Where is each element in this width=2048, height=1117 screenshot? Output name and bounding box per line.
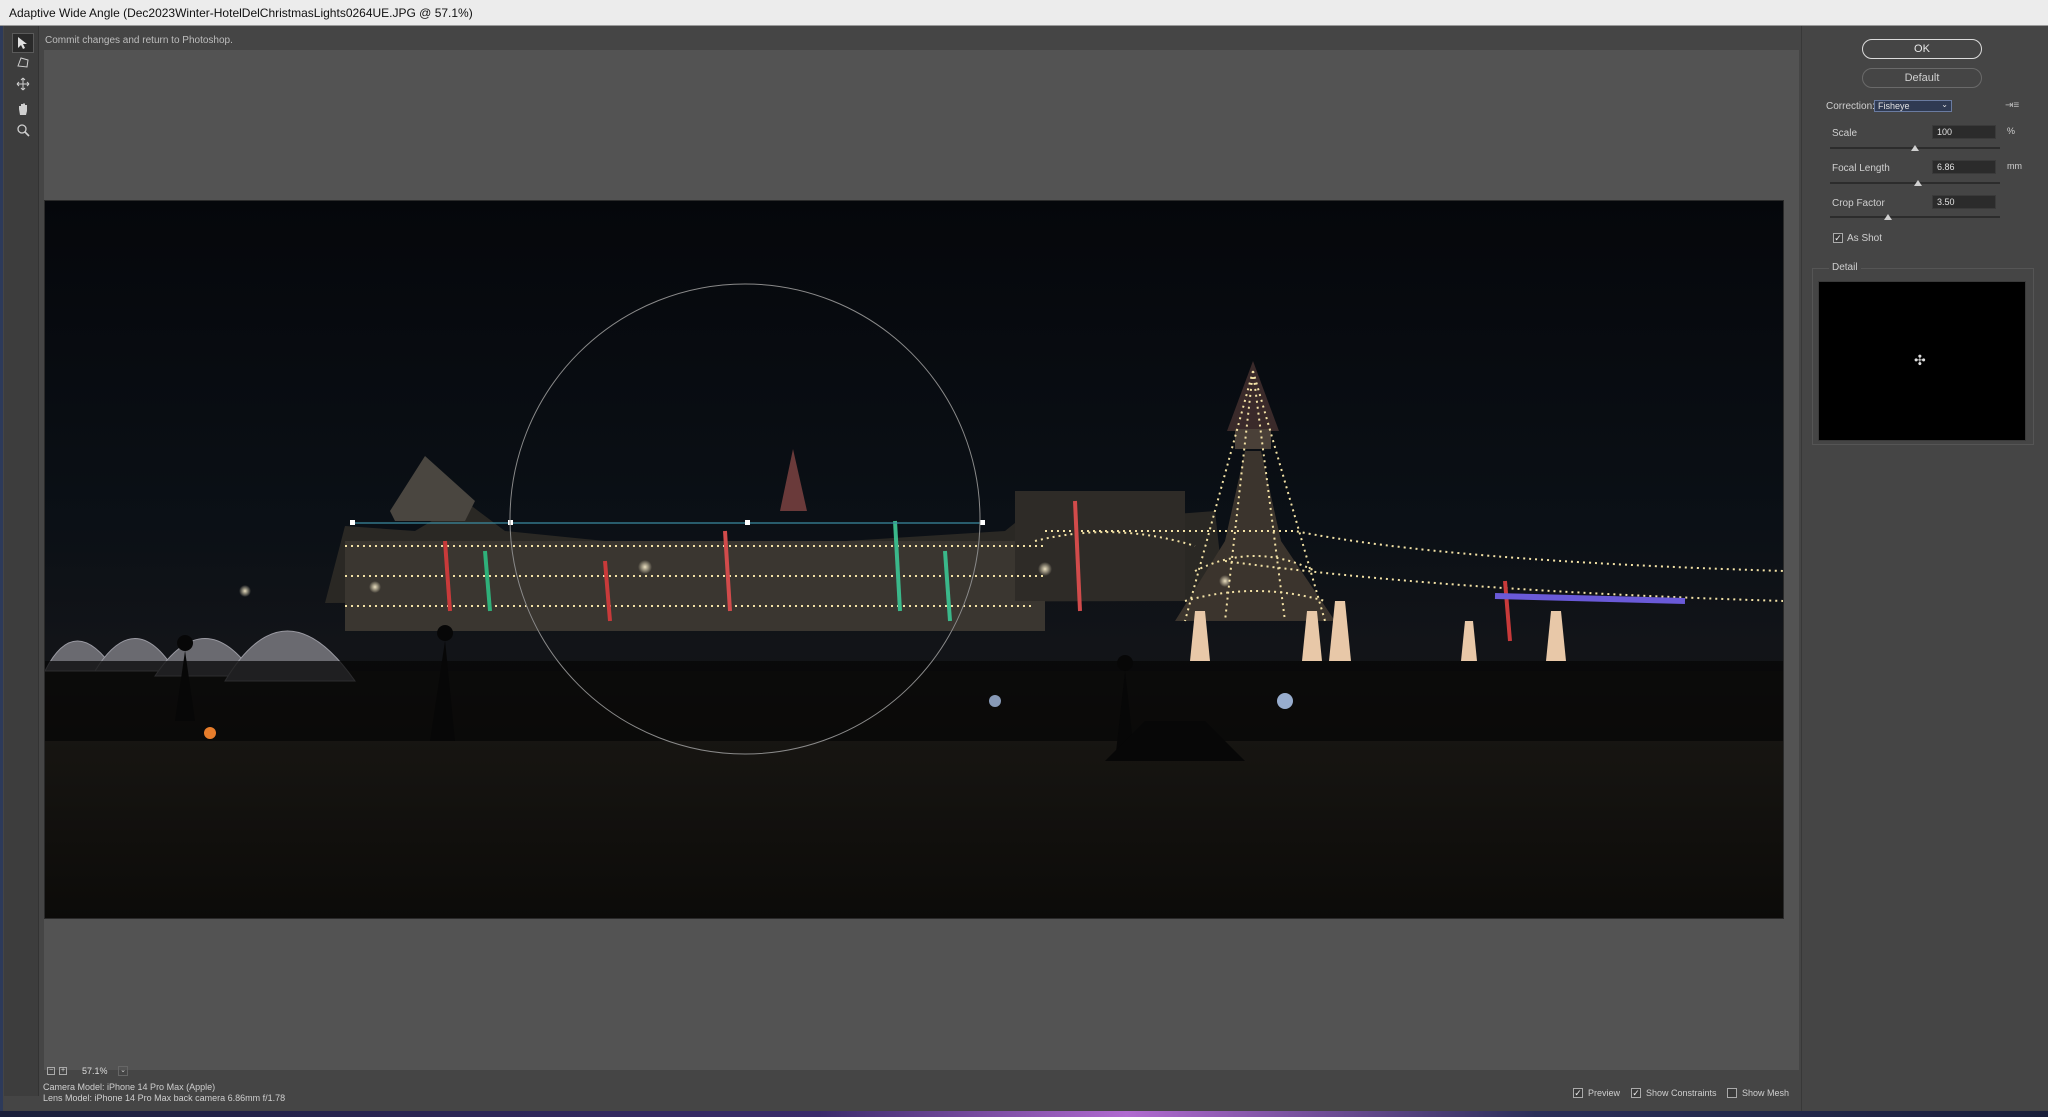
show-mesh-label: Show Mesh (1742, 1088, 1790, 1098)
polygon-constraint-tool-icon[interactable] (12, 53, 34, 73)
zoom-dropdown[interactable]: ⌄ (118, 1066, 128, 1076)
crop-factor-slider[interactable] (1830, 216, 2000, 218)
crosshair-icon: ✣ (1914, 352, 1926, 368)
window-title: Adaptive Wide Angle (Dec2023Winter-Hotel… (9, 5, 473, 20)
as-shot-checkbox[interactable]: ✓ (1833, 233, 1843, 243)
ok-button[interactable]: OK (1862, 39, 1982, 59)
focal-length-slider-thumb[interactable] (1914, 180, 1923, 186)
show-mesh-checkbox[interactable] (1727, 1088, 1737, 1098)
zoom-in-button[interactable]: + (59, 1067, 67, 1075)
show-constraints-checkbox[interactable]: ✓ (1631, 1088, 1641, 1098)
zoom-out-button[interactable]: − (47, 1067, 55, 1075)
preview-label: Preview (1588, 1088, 1621, 1098)
zoom-level: 57.1% (82, 1066, 108, 1076)
taskbar-strip (0, 1111, 2048, 1117)
correction-label: Correction: (1826, 101, 1875, 112)
crop-factor-label: Crop Factor (1832, 198, 1885, 209)
focal-length-field[interactable]: 6.86 (1932, 160, 1996, 174)
zoom-tool-icon[interactable] (12, 120, 34, 140)
window-edge (0, 26, 3, 1117)
photo-preview[interactable] (44, 200, 1784, 919)
scale-label: Scale (1832, 128, 1858, 139)
camera-model: Camera Model: iPhone 14 Pro Max (Apple) (43, 1082, 216, 1092)
focal-length-label: Focal Length (1832, 163, 1890, 174)
status-hint: Commit changes and return to Photoshop. (45, 35, 233, 46)
preview-checkbox[interactable]: ✓ (1573, 1088, 1583, 1098)
move-tool-icon[interactable] (12, 74, 34, 94)
crop-factor-slider-thumb[interactable] (1883, 214, 1892, 220)
detail-label: Detail (1829, 262, 1861, 273)
panel-menu-icon[interactable]: ⇥≡ (2005, 100, 2019, 111)
crop-factor-field[interactable]: 3.50 (1932, 195, 1996, 209)
lens-model: Lens Model: iPhone 14 Pro Max back camer… (43, 1093, 286, 1103)
focal-length-unit: mm (2007, 161, 2022, 171)
scale-unit: % (2007, 126, 2016, 136)
settings-panel (1801, 26, 2048, 1117)
window-titlebar: Adaptive Wide Angle (Dec2023Winter-Hotel… (0, 0, 2048, 26)
default-button[interactable]: Default (1862, 68, 1982, 88)
tools-panel (4, 26, 39, 1096)
scale-field[interactable]: 100 (1932, 125, 1996, 139)
scale-slider-thumb[interactable] (1911, 145, 1919, 151)
correction-select-value: Fisheye (1878, 101, 1910, 111)
hand-tool-icon[interactable] (12, 99, 34, 119)
constraint-tool-icon[interactable] (12, 33, 34, 53)
show-constraints-label: Show Constraints (1646, 1088, 1717, 1098)
correction-select[interactable]: Fisheye ⌄ (1874, 100, 1952, 112)
as-shot-label: As Shot (1847, 233, 1883, 244)
chevron-down-icon: ⌄ (1941, 100, 1948, 109)
